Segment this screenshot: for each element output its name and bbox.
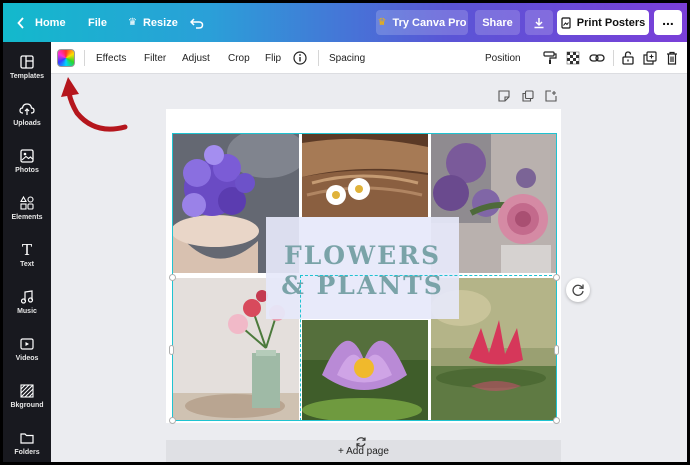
sidebar-item-label: Templates	[9, 73, 45, 80]
more-icon: ...	[662, 12, 674, 28]
paint-roller-icon[interactable]	[542, 50, 558, 66]
filter-button[interactable]: Filter	[144, 42, 166, 74]
resize-handle[interactable]	[169, 417, 176, 424]
home-button[interactable]: Home	[17, 3, 66, 42]
sidebar-item-folders[interactable]: Folders	[3, 420, 51, 462]
sidebar-item-label: Folders	[14, 449, 40, 456]
image-toolbar: Effects Filter Adjust Crop Flip Spacing …	[51, 42, 687, 74]
try-label: Try Canva Pro	[392, 16, 467, 29]
video-icon	[19, 336, 35, 352]
duplicate-page-icon[interactable]	[522, 89, 538, 103]
music-icon	[19, 289, 35, 305]
elements-icon	[19, 195, 35, 211]
resize-handle[interactable]	[169, 274, 176, 281]
home-label: Home	[35, 16, 66, 29]
filter-label: Filter	[144, 52, 167, 64]
unlock-icon[interactable]	[620, 50, 636, 66]
canva-editor-window: Home File ♛ Resize ♛ Try Canva Pro Share…	[3, 3, 687, 462]
file-menu[interactable]: File	[88, 3, 107, 42]
upload-icon	[19, 101, 35, 117]
sidebar-item-label: Music	[17, 308, 37, 315]
spacing-label: Spacing	[329, 52, 366, 64]
background-icon	[19, 383, 35, 399]
add-page-icon[interactable]	[545, 89, 561, 103]
sidebar-item-label: Videos	[15, 355, 39, 362]
sidebar-item-text[interactable]: T Text	[3, 232, 51, 278]
templates-icon	[19, 54, 35, 70]
spacing-button[interactable]: Spacing	[329, 42, 365, 74]
poster-icon	[561, 16, 571, 29]
undo-icon	[190, 17, 204, 29]
sidebar-item-uploads[interactable]: Uploads	[3, 91, 51, 137]
resize-handle[interactable]	[553, 274, 560, 281]
sidebar-item-elements[interactable]: Elements	[3, 185, 51, 231]
position-button[interactable]: Position	[485, 42, 521, 74]
sidebar-item-label: Elements	[11, 214, 43, 221]
toolbar-divider	[84, 50, 85, 66]
print-posters-button[interactable]: Print Posters	[557, 10, 649, 35]
rotate-button[interactable]	[566, 278, 590, 302]
sidebar-item-label: Photos	[15, 167, 39, 174]
flip-label: Flip	[265, 52, 282, 64]
info-icon[interactable]	[292, 50, 308, 66]
grid-cell-dashed-outline	[300, 275, 557, 421]
resize-handle[interactable]	[169, 345, 174, 355]
chevron-left-icon	[17, 16, 24, 29]
trash-icon[interactable]	[664, 50, 680, 66]
left-sidebar: Templates Uploads Photos Elements T Text	[3, 42, 51, 462]
crown-icon: ♛	[377, 17, 387, 28]
refresh-icon[interactable]	[355, 435, 367, 447]
photo-icon	[19, 148, 35, 164]
adjust-label: Adjust	[182, 52, 210, 64]
top-bar: Home File ♛ Resize ♛ Try Canva Pro Share…	[3, 3, 687, 42]
toolbar-divider	[318, 50, 319, 66]
folder-icon	[19, 430, 35, 446]
crown-icon: ♛	[128, 17, 137, 28]
effects-button[interactable]: Effects	[96, 42, 126, 74]
resize-handle[interactable]	[553, 417, 560, 424]
color-picker-swatch[interactable]	[57, 49, 75, 67]
sidebar-item-photos[interactable]: Photos	[3, 138, 51, 184]
sidebar-item-music[interactable]: Music	[3, 279, 51, 325]
download-button[interactable]	[525, 10, 553, 35]
link-icon[interactable]	[589, 50, 605, 66]
duplicate-icon[interactable]	[642, 50, 658, 66]
resize-button[interactable]: ♛ Resize	[128, 3, 178, 42]
sidebar-item-label: Bkground	[10, 402, 44, 409]
flip-button[interactable]: Flip	[265, 42, 281, 74]
try-canva-pro-button[interactable]: ♛ Try Canva Pro	[376, 10, 468, 35]
resize-label: Resize	[142, 16, 178, 29]
file-label: File	[88, 16, 107, 29]
adjust-button[interactable]: Adjust	[182, 42, 210, 74]
share-button[interactable]: Share	[475, 10, 520, 35]
rotate-icon	[572, 284, 584, 296]
sidebar-item-templates[interactable]: Templates	[3, 44, 51, 90]
more-options-button[interactable]: ...	[654, 10, 682, 35]
crop-label: Crop	[228, 52, 250, 64]
position-label: Position	[485, 52, 521, 64]
sidebar-item-label: Uploads	[13, 120, 41, 127]
undo-button[interactable]	[190, 3, 204, 42]
toolbar-divider	[613, 50, 614, 66]
sidebar-item-videos[interactable]: Videos	[3, 326, 51, 372]
text-icon: T	[21, 241, 32, 259]
effects-label: Effects	[96, 52, 127, 64]
annotation-arrow	[61, 77, 128, 132]
add-note-icon[interactable]	[498, 89, 514, 103]
resize-handle[interactable]	[554, 345, 559, 355]
sidebar-item-background[interactable]: Bkground	[3, 373, 51, 419]
crop-button[interactable]: Crop	[228, 42, 250, 74]
download-icon	[534, 17, 544, 28]
print-label: Print Posters	[576, 16, 646, 29]
transparency-icon[interactable]	[565, 50, 581, 66]
share-label: Share	[482, 16, 513, 29]
sidebar-item-label: Text	[20, 261, 34, 268]
